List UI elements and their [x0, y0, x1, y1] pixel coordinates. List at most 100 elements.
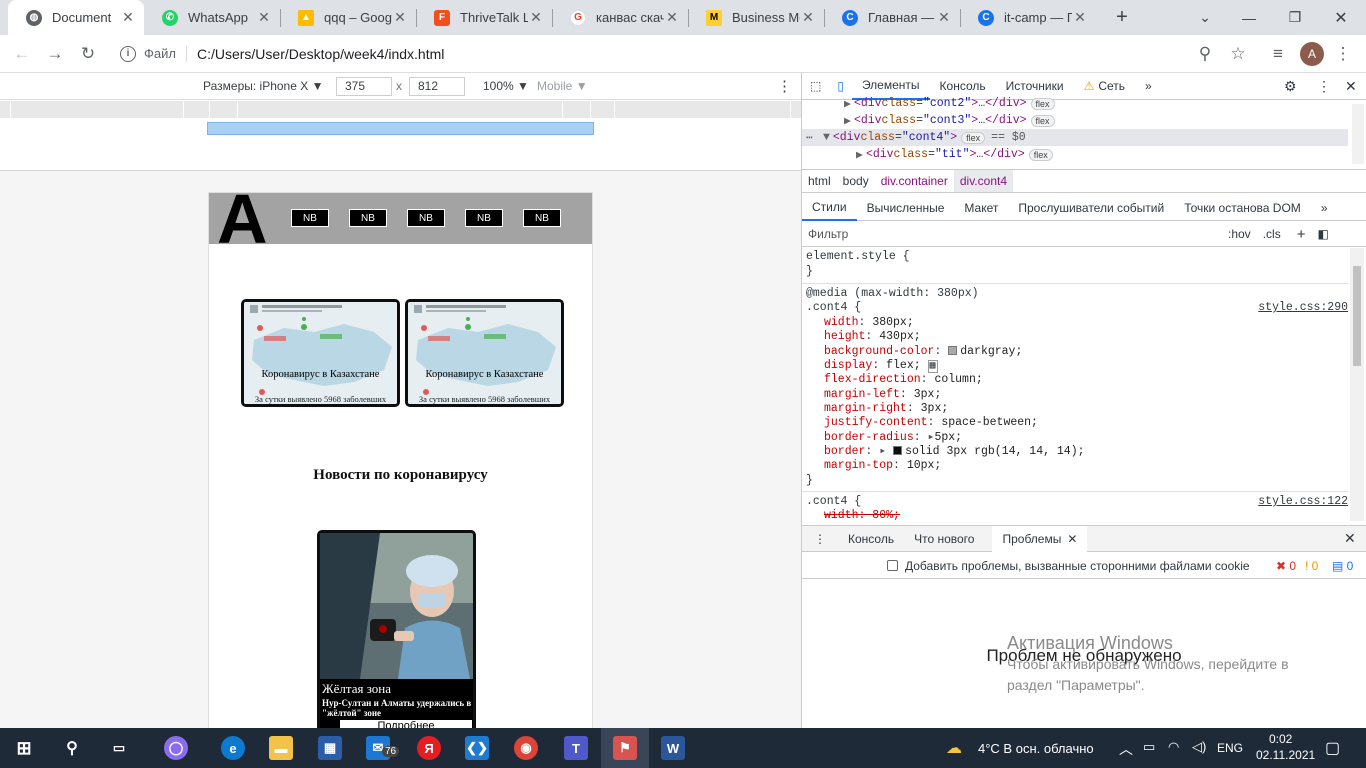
zoom-select[interactable]: 100% ▼ [483, 79, 529, 93]
tab-thrivetalk[interactable]: F ThriveTalk La ✕ [416, 0, 552, 35]
css-declaration-overridden[interactable]: width: 80%; [824, 509, 900, 521]
close-window-button[interactable]: ✕ [1318, 0, 1364, 35]
nav-button[interactable]: NB [291, 209, 329, 227]
close-tab-icon[interactable]: ✕ [392, 9, 408, 26]
tab-whatsapp[interactable]: ✆ WhatsApp ✕ [144, 0, 280, 35]
toggle-sidebar-icon[interactable]: ◧ [1317, 227, 1328, 241]
close-tab-icon[interactable]: ✕ [528, 9, 544, 26]
expand-triangle-icon[interactable]: ▸ [879, 445, 886, 458]
css-declaration[interactable]: height: 430px; [824, 330, 921, 344]
cls-toggle[interactable]: .cls [1263, 227, 1281, 241]
css-declaration[interactable]: margin-left: 3px; [824, 388, 941, 402]
dom-node[interactable]: ▶ <div class = "tit" >… </div> flex [856, 146, 1053, 163]
close-tab-icon[interactable]: ✕ [664, 9, 680, 26]
task-view-icon[interactable]: ▭ [107, 736, 131, 760]
hov-toggle[interactable]: :hov [1228, 227, 1251, 241]
battery-icon[interactable]: ▭ [1143, 739, 1155, 755]
flexbox-editor-icon[interactable]: ▦ [927, 360, 938, 373]
element-style-selector[interactable]: element.style { [806, 250, 910, 264]
close-tab-icon[interactable]: ✕ [256, 9, 272, 26]
mode-select[interactable]: Mobile ▼ [537, 79, 588, 93]
media-query-bar[interactable] [207, 122, 594, 135]
new-rule-icon[interactable]: + [1297, 226, 1306, 243]
pinned-app-icon[interactable]: ⚑ [613, 736, 637, 760]
settings-gear-icon[interactable]: ⚙ [1284, 78, 1297, 95]
device-select[interactable]: Размеры: iPhone X ▼ [203, 79, 323, 93]
clock-date[interactable]: 02.11.2021 [1256, 748, 1315, 762]
clock-time[interactable]: 0:02 [1269, 732, 1292, 746]
site-logo[interactable]: A [217, 193, 268, 254]
drawer-tab-issues[interactable]: Проблемы ✕ [992, 525, 1088, 552]
dom-node-selected[interactable]: ⋯ ▼ <div class = "cont4" > flex == $0 [802, 129, 1348, 146]
css-declaration[interactable]: margin-top: 10px; [824, 459, 941, 473]
close-tab-icon[interactable]: ✕ [120, 9, 136, 26]
breadcrumb-item[interactable]: div.cont4 [953, 170, 1013, 192]
zoom-icon[interactable]: ⚲ [1193, 42, 1217, 66]
tab-dom-breakpoints[interactable]: Точки останова DOM [1174, 195, 1311, 221]
close-drawer-icon[interactable]: ✕ [1344, 530, 1356, 547]
wifi-icon[interactable]: ◠ [1168, 739, 1179, 755]
cortana-icon[interactable]: ◯ [164, 736, 188, 760]
notifications-icon[interactable]: ▢ [1325, 738, 1340, 758]
third-party-checkbox[interactable] [887, 560, 898, 571]
tab-search-icon[interactable]: ⌄ [1182, 0, 1228, 35]
tab-event-listeners[interactable]: Прослушиватели событий [1008, 195, 1174, 221]
nav-button[interactable]: NB [465, 209, 503, 227]
drawer-tab-whats-new[interactable]: Что нового [904, 526, 984, 552]
tab-network[interactable]: ⚠ Сеть [1074, 73, 1135, 100]
vscode-icon[interactable]: ❮❯ [465, 736, 489, 760]
drawer-menu-icon[interactable]: ⋮ [802, 526, 838, 552]
tab-document[interactable]: ◍ Document ✕ [8, 0, 144, 35]
breadcrumb-item[interactable]: body [837, 174, 875, 188]
url-text[interactable]: C:/Users/User/Desktop/week4/indx.html [197, 46, 444, 62]
rule-source-link[interactable]: style.css:122 [1258, 495, 1348, 508]
info-icon[interactable]: i [120, 45, 136, 62]
tab-glavnaya[interactable]: C Главная — С ✕ [824, 0, 960, 35]
breadcrumb-item[interactable]: html [802, 174, 837, 188]
css-declaration[interactable]: border: ▸ solid 3px rgb(14, 14, 14); [824, 445, 1085, 459]
store-icon[interactable]: ▦ [318, 736, 342, 760]
maximize-button[interactable]: ❐ [1272, 0, 1318, 35]
reload-icon[interactable]: ↻ [76, 42, 100, 66]
word-icon[interactable]: W [661, 736, 685, 760]
dom-scrollbar[interactable] [1352, 104, 1364, 164]
new-tab-button[interactable]: + [1102, 0, 1142, 35]
volume-icon[interactable]: ◁) [1192, 739, 1206, 755]
rule-source-link[interactable]: style.css:290 [1258, 301, 1348, 314]
weather-icon[interactable]: ☁ [946, 738, 962, 758]
inspect-element-icon[interactable]: ⬚ [802, 73, 829, 100]
color-swatch[interactable] [948, 346, 958, 356]
chrome-icon[interactable]: ◉ [514, 736, 538, 760]
nav-button[interactable]: NB [523, 209, 561, 227]
search-icon[interactable]: ⚲ [60, 736, 84, 760]
breadcrumb-item[interactable]: div.container [875, 174, 954, 188]
dom-node[interactable]: ▶ <div class = "cont3" >… </div> flex [844, 112, 1055, 129]
css-declaration[interactable]: margin-right: 3px; [824, 402, 948, 416]
edge-icon[interactable]: e [221, 736, 245, 760]
css-declaration[interactable]: flex-direction: column; [824, 373, 983, 387]
css-declaration[interactable]: display: flex; ▦ [824, 359, 938, 373]
css-declaration[interactable]: background-color: darkgray; [824, 345, 1022, 359]
forward-icon[interactable]: → [43, 42, 67, 66]
rule-selector[interactable]: .cont4 { [806, 495, 861, 509]
profile-avatar[interactable]: A [1300, 42, 1324, 66]
bookmark-star-icon[interactable]: ☆ [1226, 42, 1250, 66]
language-indicator[interactable]: ENG [1217, 741, 1243, 755]
css-declaration[interactable]: justify-content: space-between; [824, 416, 1038, 430]
hidden-icons-chevron-icon[interactable]: ︿ [1119, 739, 1133, 759]
nav-button[interactable]: NB [349, 209, 387, 227]
close-tab-icon[interactable]: ✕ [936, 9, 952, 26]
filter-input[interactable]: Фильтр [808, 227, 1212, 241]
nav-button[interactable]: NB [407, 209, 445, 227]
tab-computed[interactable]: Вычисленные [857, 195, 955, 221]
close-tab-icon[interactable]: ✕ [1067, 532, 1077, 546]
rule-selector[interactable]: .cont4 { [806, 301, 861, 315]
color-swatch[interactable] [893, 446, 903, 456]
dom-node[interactable]: ▶ <div class = "cont2" >… </div> flex [844, 95, 1055, 112]
close-tab-icon[interactable]: ✕ [1072, 9, 1088, 26]
news-card[interactable]: Жёлтая зона Нур-Султан и Алматы удержали… [317, 530, 476, 728]
reading-list-icon[interactable]: ≡ [1266, 42, 1290, 66]
device-more-icon[interactable]: ⋮ [777, 77, 792, 95]
height-input[interactable]: 812 [409, 76, 465, 96]
menu-icon[interactable]: ⋮ [1331, 42, 1355, 66]
